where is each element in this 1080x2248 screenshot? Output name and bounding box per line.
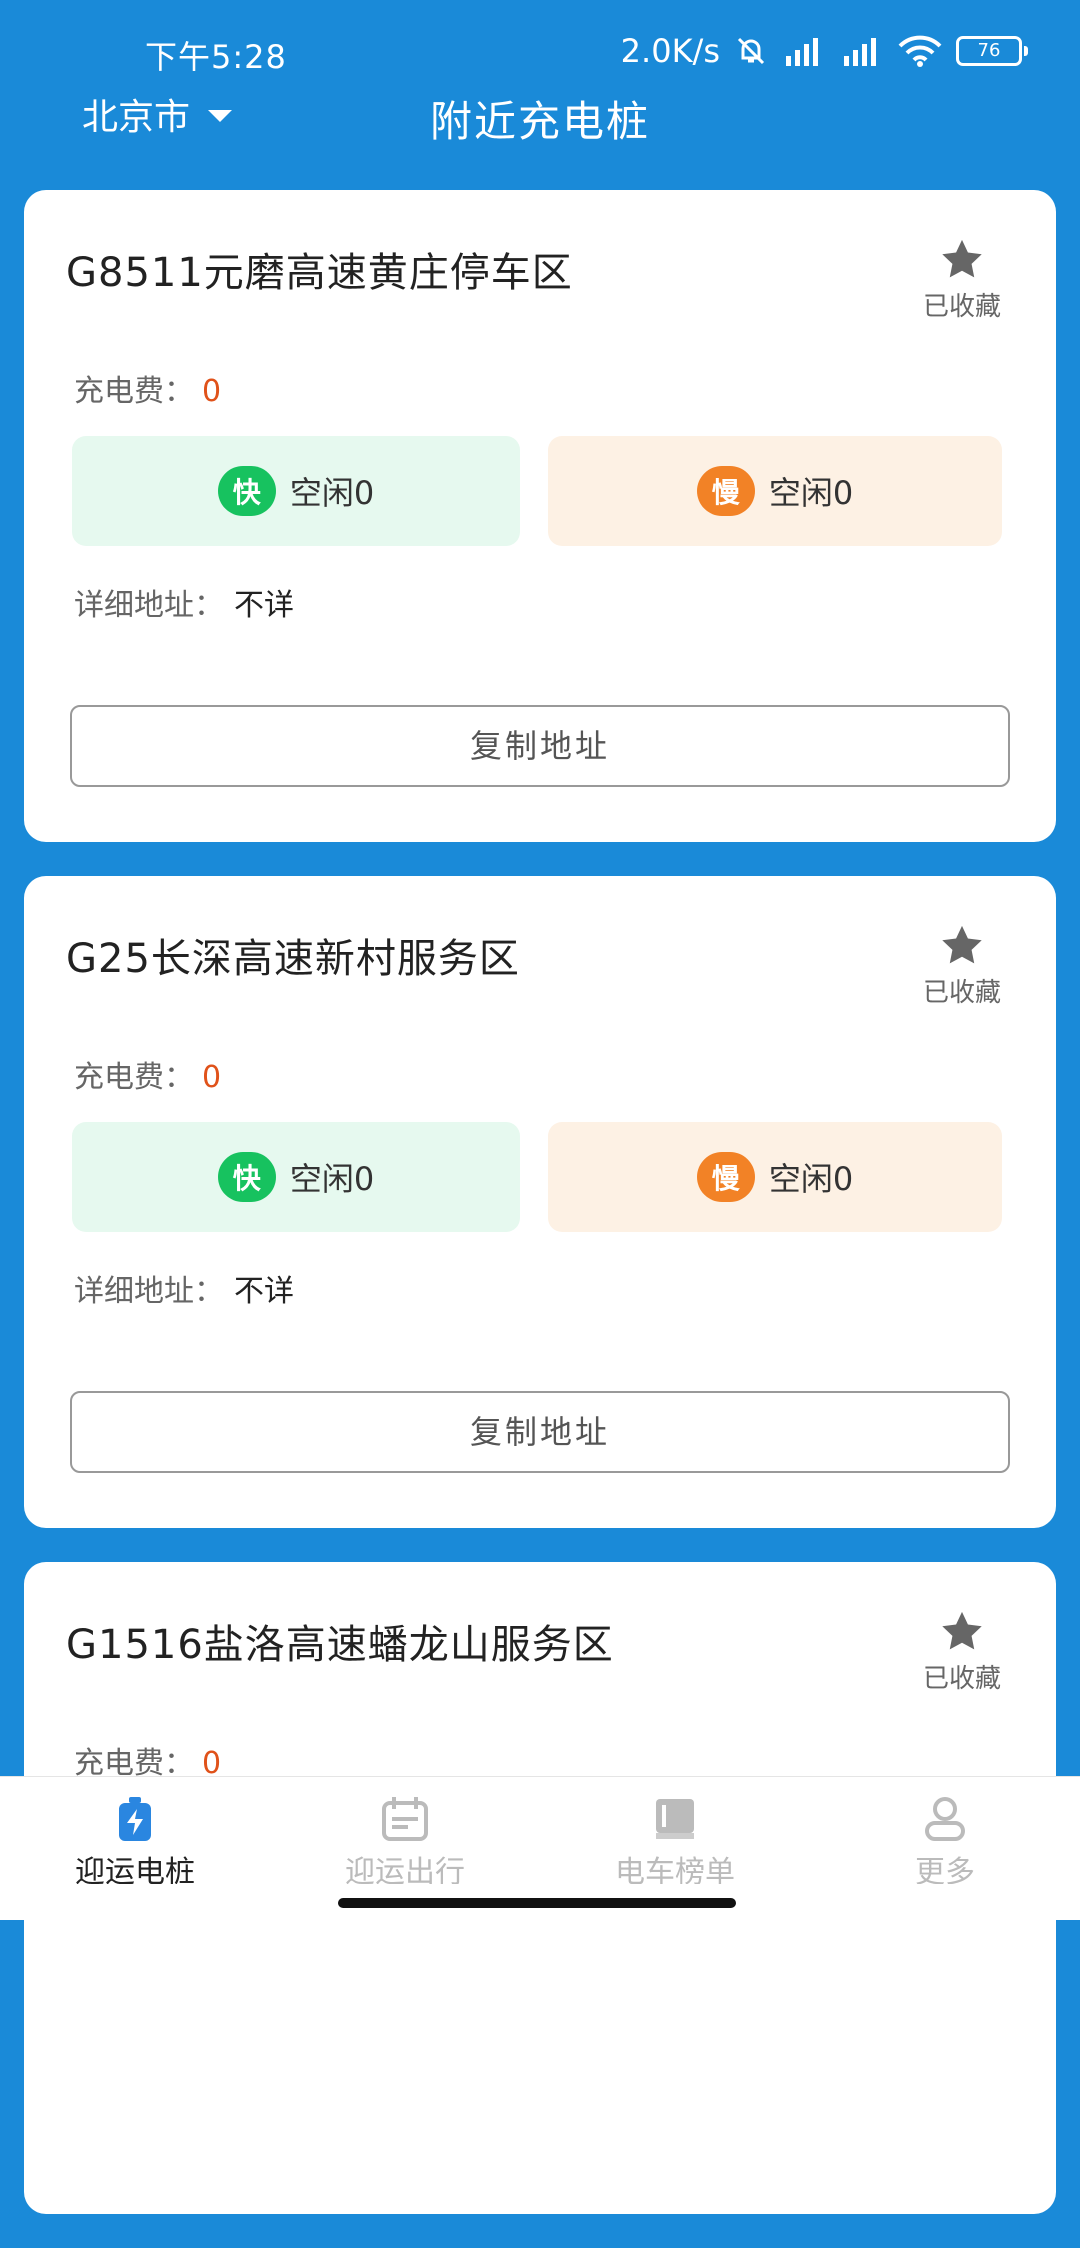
favorite-label: 已收藏 xyxy=(922,978,1001,1008)
network-speed: 2.0K/s xyxy=(620,32,720,70)
nav-item-more[interactable]: 更多 xyxy=(845,1797,1045,1891)
address-row: 详细地址： 不详 xyxy=(74,1266,294,1310)
nav-item-ranking[interactable]: 电车榜单 xyxy=(575,1797,775,1891)
fast-idle-count: 空闲0 xyxy=(289,1160,375,1198)
copy-address-button[interactable]: 复制地址 xyxy=(70,1391,1010,1473)
favorite-button[interactable]: 已收藏 xyxy=(912,1610,1012,1695)
slow-idle-count: 空闲0 xyxy=(768,474,854,512)
signal-icon xyxy=(844,38,876,66)
slow-badge: 慢 xyxy=(696,466,755,516)
address-value: 不详 xyxy=(234,588,294,623)
status-time: 下午5:28 xyxy=(145,38,287,76)
fee-row: 充电费： 0 xyxy=(74,366,221,410)
address-label: 详细地址： xyxy=(74,1274,224,1309)
calendar-icon xyxy=(382,1797,428,1841)
fee-label: 充电费： xyxy=(74,1060,194,1095)
station-name: G1516盐洛高速蟠龙山服务区 xyxy=(66,1622,614,1668)
bottom-nav: 迎运电桩 迎运出行 电车榜单 更多 xyxy=(0,1776,1080,1890)
slow-idle-count: 空闲0 xyxy=(768,1160,854,1198)
top-bar: 北京市 附近充电桩 xyxy=(0,78,1080,158)
page-title: 附近充电桩 xyxy=(429,97,650,146)
address-label: 详细地址： xyxy=(74,588,224,623)
fee-row: 充电费： 0 xyxy=(74,1052,221,1096)
book-icon xyxy=(656,1799,694,1839)
battery-icon: 76 xyxy=(956,36,1028,66)
wifi-icon xyxy=(898,35,942,67)
signal-icon xyxy=(786,38,818,66)
fast-badge: 快 xyxy=(217,1152,276,1202)
station-name: G8511元磨高速黄庄停车区 xyxy=(66,250,573,296)
slow-badge: 慢 xyxy=(696,1152,755,1202)
fee-value: 0 xyxy=(202,1060,222,1095)
address-value: 不详 xyxy=(234,1274,294,1309)
mute-bell-icon xyxy=(737,37,765,65)
station-name: G25长深高速新村服务区 xyxy=(66,936,520,982)
slow-charger-chip: 慢 空闲0 xyxy=(548,1122,1002,1232)
home-indicator[interactable] xyxy=(338,1898,736,1908)
nav-item-travel[interactable]: 迎运出行 xyxy=(305,1797,505,1891)
station-card[interactable]: G8511元磨高速黄庄停车区 已收藏 充电费： 0 快 空闲0 慢 空闲0 详细地… xyxy=(24,190,1056,842)
favorite-button[interactable]: 已收藏 xyxy=(912,924,1012,1009)
status-icons: 2.0K/s 76 xyxy=(620,32,1028,70)
favorite-button[interactable]: 已收藏 xyxy=(912,238,1012,323)
star-icon xyxy=(942,239,982,278)
copy-address-button[interactable]: 复制地址 xyxy=(70,705,1010,787)
fast-charger-chip: 快 空闲0 xyxy=(72,436,520,546)
fee-label: 充电费： xyxy=(74,374,194,409)
address-row: 详细地址： 不详 xyxy=(74,580,294,624)
fast-charger-chip: 快 空闲0 xyxy=(72,1122,520,1232)
person-icon xyxy=(925,1797,965,1841)
fast-idle-count: 空闲0 xyxy=(289,474,375,512)
favorite-label: 已收藏 xyxy=(922,292,1001,322)
station-card[interactable]: G25长深高速新村服务区 已收藏 充电费： 0 快 空闲0 慢 空闲0 详细地址：… xyxy=(24,876,1056,1528)
charger-status: 快 空闲0 慢 空闲0 xyxy=(72,436,1012,546)
gesture-area xyxy=(0,1884,1080,1920)
fast-badge: 快 xyxy=(217,466,276,516)
star-icon xyxy=(942,1611,982,1650)
charging-station-icon xyxy=(119,1797,151,1841)
fee-value: 0 xyxy=(202,374,222,409)
favorite-label: 已收藏 xyxy=(922,1664,1001,1694)
slow-charger-chip: 慢 空闲0 xyxy=(548,436,1002,546)
nav-item-charging[interactable]: 迎运电桩 xyxy=(35,1797,235,1891)
status-bar: 下午5:28 2.0K/s 76 xyxy=(0,0,1080,90)
charger-status: 快 空闲0 慢 空闲0 xyxy=(72,1122,1012,1232)
station-list[interactable]: G8511元磨高速黄庄停车区 已收藏 充电费： 0 快 空闲0 慢 空闲0 详细地… xyxy=(24,190,1056,2248)
star-icon xyxy=(942,925,982,964)
